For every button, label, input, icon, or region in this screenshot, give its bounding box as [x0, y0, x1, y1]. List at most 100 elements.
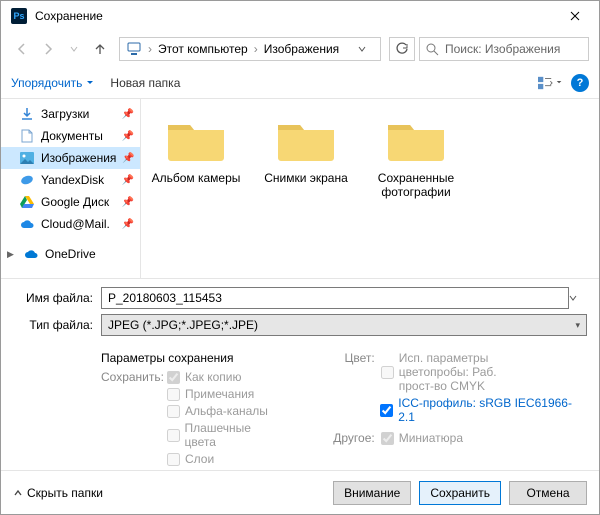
chevron-down-icon	[86, 79, 94, 87]
cancel-button[interactable]: Отмена	[509, 481, 587, 505]
organize-button[interactable]: Упорядочить	[11, 76, 94, 90]
filetype-select[interactable]: JPEG (*.JPG;*.JPEG;*.JPE) ▾	[101, 314, 587, 336]
arrow-up-icon	[93, 42, 107, 56]
sidebar: Загрузки 📌 Документы 📌 Изображения 📌 Yan…	[1, 99, 141, 278]
color-label: Цвет:	[315, 351, 375, 393]
search-placeholder: Поиск: Изображения	[445, 42, 560, 56]
sidebar-item-images[interactable]: Изображения 📌	[1, 147, 140, 169]
toolbar: Упорядочить Новая папка ?	[1, 67, 599, 99]
recent-button[interactable]	[63, 38, 85, 60]
breadcrumb[interactable]: › Этот компьютер › Изображения	[119, 37, 381, 61]
folder-icon	[274, 115, 338, 163]
help-button[interactable]: ?	[571, 74, 589, 92]
save-options: Параметры сохранения Сохранить: Как копи…	[1, 347, 599, 470]
image-icon	[19, 150, 35, 166]
sidebar-item-label: OneDrive	[45, 247, 96, 261]
content-area[interactable]: Альбом камеры Снимки экрана Сохраненные …	[141, 99, 599, 278]
pin-icon: 📌	[122, 219, 134, 230]
sidebar-item-label: Загрузки	[41, 107, 89, 121]
folder-item[interactable]: Альбом камеры	[151, 115, 241, 185]
thumb-checkbox[interactable]: Миниатюра	[381, 431, 463, 445]
folder-icon	[384, 115, 448, 163]
warning-button[interactable]: Внимание	[333, 481, 411, 505]
chevron-right-icon: ›	[146, 42, 154, 56]
nav-row: › Этот компьютер › Изображения Поиск: Из…	[1, 31, 599, 67]
doc-icon	[19, 128, 35, 144]
new-folder-button[interactable]: Новая папка	[110, 76, 180, 90]
folder-icon	[164, 115, 228, 163]
refresh-button[interactable]	[389, 37, 415, 61]
sidebar-item-label: YandexDisk	[41, 173, 104, 187]
folder-label: Альбом камеры	[151, 171, 241, 185]
folder-item[interactable]: Снимки экрана	[261, 115, 351, 185]
chevron-up-icon	[13, 488, 23, 498]
sidebar-item-label: Cloud@Mail.	[41, 217, 110, 231]
chevron-down-icon	[569, 294, 577, 302]
chevron-down-icon	[358, 45, 366, 53]
footer: Скрыть папки Внимание Сохранить Отмена	[1, 470, 599, 514]
close-icon	[570, 11, 580, 21]
sidebar-item-documents[interactable]: Документы 📌	[1, 125, 140, 147]
sidebar-item-gdrive[interactable]: Google Диск 📌	[1, 191, 140, 213]
chevron-down-icon	[70, 45, 78, 53]
other-label: Другое:	[315, 431, 375, 445]
sidebar-item-yandexdisk[interactable]: YandexDisk 📌	[1, 169, 140, 191]
filename-label: Имя файла:	[13, 291, 101, 305]
folder-item[interactable]: Сохраненные фотографии	[371, 115, 461, 199]
sidebar-item-mailcloud[interactable]: Cloud@Mail. 📌	[1, 213, 140, 235]
sidebar-item-onedrive[interactable]: ▶ OneDrive	[1, 243, 140, 265]
window-title: Сохранение	[35, 9, 552, 23]
crumb-current[interactable]: Изображения	[260, 42, 343, 56]
back-button[interactable]	[11, 38, 33, 60]
pin-icon: 📌	[122, 153, 134, 164]
ydisk-icon	[19, 172, 35, 188]
notes-checkbox[interactable]: Примечания	[167, 387, 254, 401]
filename-input[interactable]	[101, 287, 569, 309]
breadcrumb-dropdown[interactable]	[358, 45, 378, 53]
folder-label: Снимки экрана	[261, 171, 351, 185]
view-icon	[538, 76, 554, 90]
crumb-root[interactable]: Этот компьютер	[154, 42, 252, 56]
refresh-icon	[395, 42, 409, 56]
chevron-right-icon: ▶	[7, 249, 17, 260]
options-header: Параметры сохранения	[101, 351, 285, 365]
alpha-checkbox[interactable]: Альфа-каналы	[167, 404, 268, 418]
sidebar-item-downloads[interactable]: Загрузки 📌	[1, 103, 140, 125]
save-label: Сохранить:	[101, 370, 161, 384]
close-button[interactable]	[552, 1, 597, 31]
sidebar-item-label: Изображения	[41, 151, 116, 165]
cloud-icon	[19, 216, 35, 232]
sidebar-item-label: Google Диск	[41, 195, 109, 209]
arrow-right-icon	[41, 42, 55, 56]
onedrive-icon	[23, 246, 39, 262]
layers-checkbox[interactable]: Слои	[167, 452, 214, 466]
up-button[interactable]	[89, 38, 111, 60]
pc-icon	[126, 41, 142, 57]
pin-icon: 📌	[122, 109, 134, 120]
filetype-label: Тип файла:	[13, 318, 101, 332]
chevron-right-icon: ›	[252, 42, 260, 56]
arrow-left-icon	[15, 42, 29, 56]
app-icon: Ps	[11, 8, 27, 24]
as-copy-checkbox[interactable]: Как копию	[167, 370, 242, 384]
icc-checkbox[interactable]: ICC-профиль: sRGB IEC61966-2.1	[380, 396, 587, 424]
spot-checkbox[interactable]: Плашечные цвета	[167, 421, 285, 449]
folder-label: Сохраненные фотографии	[371, 171, 461, 199]
file-fields: Имя файла: Тип файла: JPEG (*.JPG;*.JPEG…	[1, 278, 599, 347]
pin-icon: 📌	[122, 175, 134, 186]
pin-icon: 📌	[122, 197, 134, 208]
cmyk-checkbox[interactable]: Исп. параметрыцветопробы: Раб.прост-во C…	[381, 351, 497, 393]
download-icon	[19, 106, 35, 122]
save-button[interactable]: Сохранить	[419, 481, 501, 505]
chevron-down-icon: ▾	[575, 320, 580, 331]
save-dialog: Ps Сохранение › Этот компьютер › Изображ…	[0, 0, 600, 515]
view-button[interactable]	[537, 72, 563, 94]
search-icon	[426, 43, 439, 56]
pin-icon: 📌	[122, 131, 134, 142]
body: Загрузки 📌 Документы 📌 Изображения 📌 Yan…	[1, 99, 599, 278]
filename-dropdown[interactable]	[569, 294, 587, 302]
search-input[interactable]: Поиск: Изображения	[419, 37, 589, 61]
hide-folders-button[interactable]: Скрыть папки	[13, 486, 103, 500]
chevron-down-icon	[556, 79, 562, 86]
forward-button[interactable]	[37, 38, 59, 60]
